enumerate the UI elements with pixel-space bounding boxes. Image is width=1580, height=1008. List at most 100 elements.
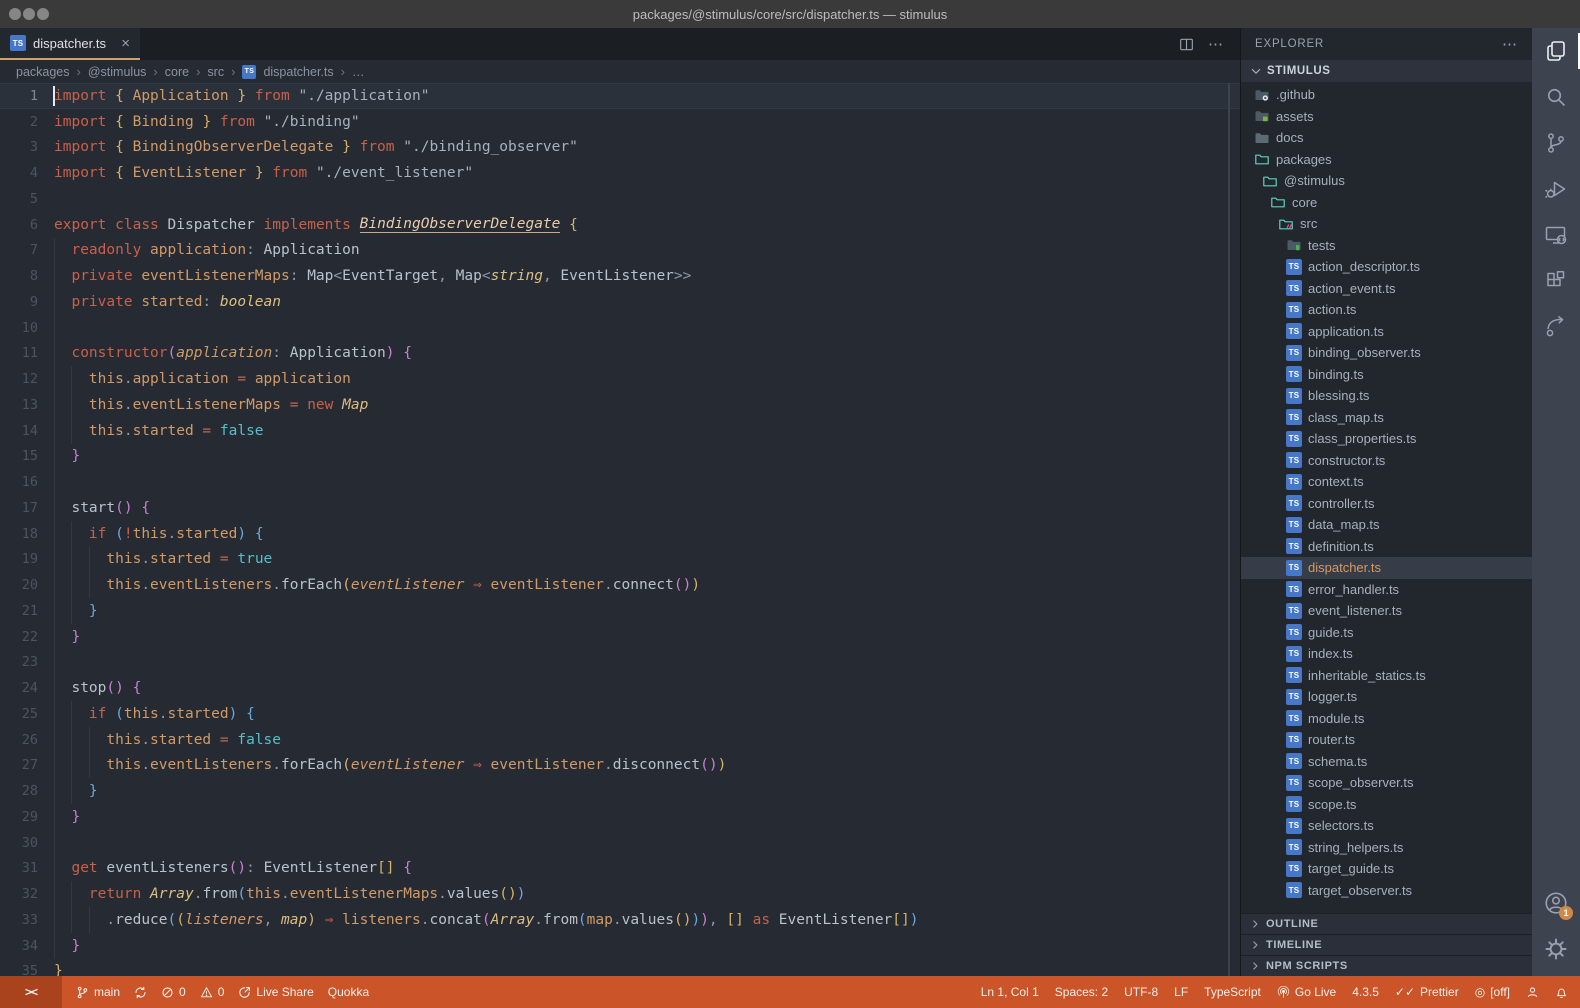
code-line[interactable]: 14 this.started = false xyxy=(0,418,1240,444)
code-line[interactable]: 17 start() { xyxy=(0,495,1240,521)
tab-dispatcher[interactable]: TS dispatcher.ts × xyxy=(0,28,140,60)
breadcrumb-item[interactable]: core xyxy=(165,65,189,79)
tree-item-guide-ts[interactable]: TSguide.ts xyxy=(1241,622,1532,644)
tree-item-class-properties-ts[interactable]: TSclass_properties.ts xyxy=(1241,428,1532,450)
code-line[interactable]: 29 } xyxy=(0,804,1240,830)
status-spaces-2[interactable]: Spaces: 2 xyxy=(1055,985,1108,999)
code-line[interactable]: 28 } xyxy=(0,778,1240,804)
status-4-3-5[interactable]: 4.3.5 xyxy=(1352,985,1379,999)
tree-item-data-map-ts[interactable]: TSdata_map.ts xyxy=(1241,514,1532,536)
code-line[interactable]: 1import { Application } from "./applicat… xyxy=(0,83,1240,109)
code-line[interactable]: 7 readonly application: Application xyxy=(0,238,1240,264)
editor-scrollbar[interactable] xyxy=(1228,83,1230,976)
tree-item-action-event-ts[interactable]: TSaction_event.ts xyxy=(1241,278,1532,300)
tree-item-constructor-ts[interactable]: TSconstructor.ts xyxy=(1241,450,1532,472)
tree-item-logger-ts[interactable]: TSlogger.ts xyxy=(1241,686,1532,708)
code-line[interactable]: 3import { BindingObserverDelegate } from… xyxy=(0,135,1240,161)
source-control-icon[interactable] xyxy=(1532,120,1580,166)
code-line[interactable]: 8 private eventListenerMaps: Map<EventTa… xyxy=(0,263,1240,289)
tree-item-target-guide-ts[interactable]: TStarget_guide.ts xyxy=(1241,858,1532,880)
code-line[interactable]: 10 xyxy=(0,315,1240,341)
tree-item-action-ts[interactable]: TSaction.ts xyxy=(1241,299,1532,321)
tree-item-class-map-ts[interactable]: TSclass_map.ts xyxy=(1241,407,1532,429)
remote-indicator[interactable]: >< xyxy=(0,976,62,1008)
code-line[interactable]: 5 xyxy=(0,186,1240,212)
breadcrumb-item[interactable]: … xyxy=(352,65,365,79)
status-0[interactable]: 0 xyxy=(200,985,225,999)
section-outline[interactable]: OUTLINE xyxy=(1241,913,1532,934)
tree-item-dispatcher-ts[interactable]: TSdispatcher.ts xyxy=(1241,557,1532,579)
status-prettier[interactable]: ✓✓Prettier xyxy=(1395,985,1459,999)
code-line[interactable]: 13 this.eventListenerMaps = new Map xyxy=(0,392,1240,418)
minimize-window-icon[interactable] xyxy=(23,8,35,20)
tree-item-application-ts[interactable]: TSapplication.ts xyxy=(1241,321,1532,343)
code-line[interactable]: 20 this.eventListeners.forEach(eventList… xyxy=(0,572,1240,598)
tree-item-action-descriptor-ts[interactable]: TSaction_descriptor.ts xyxy=(1241,256,1532,278)
tree-item-error-handler-ts[interactable]: TSerror_handler.ts xyxy=(1241,579,1532,601)
explorer-activity-icon[interactable] xyxy=(1532,28,1580,74)
code-line[interactable]: 16 xyxy=(0,469,1240,495)
code-line[interactable]: 12 this.application = application xyxy=(0,366,1240,392)
tree-item-binding-observer-ts[interactable]: TSbinding_observer.ts xyxy=(1241,342,1532,364)
status-live-share[interactable]: Live Share xyxy=(238,985,313,999)
code-line[interactable]: 26 this.started = false xyxy=(0,727,1240,753)
tree-item-core[interactable]: core xyxy=(1241,192,1532,214)
code-line[interactable]: 34 } xyxy=(0,933,1240,959)
tree-item-target-observer-ts[interactable]: TStarget_observer.ts xyxy=(1241,880,1532,902)
status-lf[interactable]: LF xyxy=(1174,985,1188,999)
status-utf-8[interactable]: UTF-8 xyxy=(1124,985,1158,999)
code-line[interactable]: 25 if (this.started) { xyxy=(0,701,1240,727)
close-window-icon[interactable] xyxy=(9,8,21,20)
section-timeline[interactable]: TIMELINE xyxy=(1241,934,1532,955)
tree-item-schema-ts[interactable]: TSschema.ts xyxy=(1241,751,1532,773)
breadcrumb-item[interactable]: @stimulus xyxy=(88,65,147,79)
status-person-icon[interactable] xyxy=(1526,986,1539,999)
account-icon[interactable]: 1 xyxy=(1532,880,1580,926)
tree-item--github[interactable]: .github xyxy=(1241,84,1532,106)
status--off-[interactable]: ◎[off] xyxy=(1475,985,1510,999)
explorer-more-actions-icon[interactable]: ⋯ xyxy=(1502,35,1518,53)
tree-item-definition-ts[interactable]: TSdefinition.ts xyxy=(1241,536,1532,558)
maximize-window-icon[interactable] xyxy=(37,8,49,20)
tree-item-router-ts[interactable]: TSrouter.ts xyxy=(1241,729,1532,751)
remote-explorer-icon[interactable] xyxy=(1532,212,1580,258)
code-line[interactable]: 24 stop() { xyxy=(0,675,1240,701)
code-line[interactable]: 32 return Array.from(this.eventListenerM… xyxy=(0,881,1240,907)
extensions-icon[interactable] xyxy=(1532,258,1580,304)
tree-item-scope-observer-ts[interactable]: TSscope_observer.ts xyxy=(1241,772,1532,794)
code-editor[interactable]: 1import { Application } from "./applicat… xyxy=(0,83,1240,976)
code-line[interactable]: 23 xyxy=(0,650,1240,676)
code-line[interactable]: 6export class Dispatcher implements Bind… xyxy=(0,212,1240,238)
section-npm-scripts[interactable]: NPM SCRIPTS xyxy=(1241,955,1532,976)
tree-item-context-ts[interactable]: TScontext.ts xyxy=(1241,471,1532,493)
tree-item--stimulus[interactable]: @stimulus xyxy=(1241,170,1532,192)
search-icon[interactable] xyxy=(1532,74,1580,120)
tree-item-binding-ts[interactable]: TSbinding.ts xyxy=(1241,364,1532,386)
tree-item-packages[interactable]: packages xyxy=(1241,149,1532,171)
live-share-icon[interactable] xyxy=(1532,304,1580,350)
tree-root-stimulus[interactable]: STIMULUS xyxy=(1241,60,1532,82)
code-line[interactable]: 2import { Binding } from "./binding" xyxy=(0,109,1240,135)
tree-item-string-helpers-ts[interactable]: TSstring_helpers.ts xyxy=(1241,837,1532,859)
status-0[interactable]: 0 xyxy=(161,985,186,999)
breadcrumb-item[interactable]: TSdispatcher.ts xyxy=(242,65,333,79)
status-sync-icon[interactable] xyxy=(134,986,147,999)
code-line[interactable]: 21 } xyxy=(0,598,1240,624)
code-line[interactable]: 35} xyxy=(0,959,1240,977)
close-tab-icon[interactable]: × xyxy=(121,35,130,52)
tree-item-docs[interactable]: docs xyxy=(1241,127,1532,149)
tree-item-selectors-ts[interactable]: TSselectors.ts xyxy=(1241,815,1532,837)
code-line[interactable]: 22 } xyxy=(0,624,1240,650)
status-quokka[interactable]: Quokka xyxy=(328,985,369,999)
code-line[interactable]: 31 get eventListeners(): EventListener[]… xyxy=(0,856,1240,882)
tree-item-blessing-ts[interactable]: TSblessing.ts xyxy=(1241,385,1532,407)
breadcrumb-item[interactable]: packages xyxy=(16,65,70,79)
status-main[interactable]: main xyxy=(76,985,120,999)
editor-more-actions-icon[interactable]: ⋯ xyxy=(1208,35,1224,53)
code-line[interactable]: 18 if (!this.started) { xyxy=(0,521,1240,547)
split-editor-icon[interactable] xyxy=(1179,37,1194,52)
run-debug-icon[interactable] xyxy=(1532,166,1580,212)
status-typescript[interactable]: TypeScript xyxy=(1204,985,1261,999)
tree-item-assets[interactable]: assets xyxy=(1241,106,1532,128)
code-line[interactable]: 11 constructor(application: Application)… xyxy=(0,341,1240,367)
